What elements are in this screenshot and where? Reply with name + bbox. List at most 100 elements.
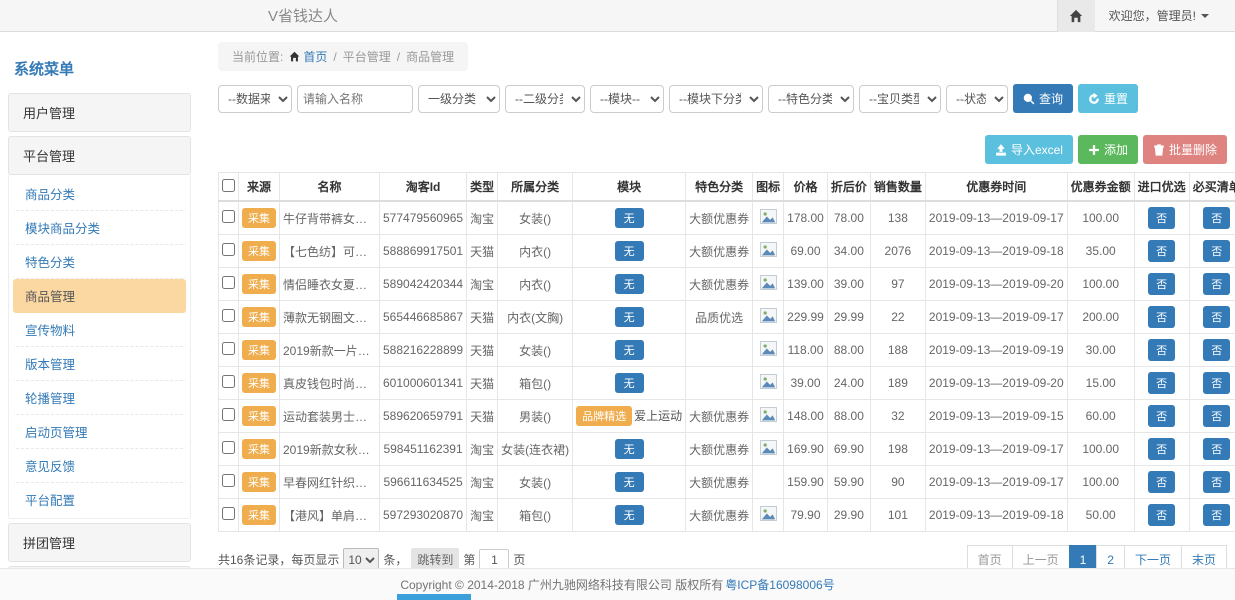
- filter-select[interactable]: --状态--: [946, 85, 1008, 113]
- name-search-input[interactable]: [297, 85, 413, 113]
- sidebar-sub-item[interactable]: 商品管理: [13, 279, 186, 313]
- product-name: 真皮钱包时尚优雅女士...: [280, 367, 380, 400]
- coupon-amount: 30.00: [1067, 334, 1134, 367]
- product-name: 【港风】单肩斜跨链条...: [280, 499, 380, 532]
- import-select-toggle[interactable]: 否: [1148, 438, 1175, 460]
- taoke-id: 596611634525: [380, 466, 467, 499]
- row-checkbox[interactable]: [222, 309, 235, 322]
- plus-icon: [1088, 144, 1100, 156]
- product-image-icon: [760, 345, 777, 359]
- taoke-id: 565446685867: [380, 301, 467, 334]
- import-select-toggle[interactable]: 否: [1148, 306, 1175, 328]
- import-select-toggle[interactable]: 否: [1148, 405, 1175, 427]
- filter-select[interactable]: --宝贝类型--: [859, 85, 941, 113]
- must-buy-toggle[interactable]: 否: [1203, 471, 1230, 493]
- product-image-icon: [760, 510, 777, 524]
- search-button[interactable]: 查询: [1013, 84, 1073, 113]
- reset-button[interactable]: 重置: [1078, 84, 1138, 113]
- product-name: 2019新款一片式系...: [280, 334, 380, 367]
- price: 159.90: [784, 466, 828, 499]
- row-checkbox[interactable]: [222, 276, 235, 289]
- filter-select[interactable]: --模块下分类--: [669, 85, 763, 113]
- filter-select[interactable]: --二级分类--: [505, 85, 585, 113]
- module-badge: 无: [615, 241, 644, 261]
- filter-select[interactable]: --特色分类--: [768, 85, 854, 113]
- table-row: 采集 【港风】单肩斜跨链条... 597293020870 淘宝 箱包() 无 …: [219, 499, 1235, 532]
- coupon-amount: 100.00: [1067, 433, 1134, 466]
- must-buy-toggle[interactable]: 否: [1203, 240, 1230, 262]
- shop-type: 天猫: [467, 334, 498, 367]
- taoke-id: 597293020870: [380, 499, 467, 532]
- import-select-toggle[interactable]: 否: [1148, 471, 1175, 493]
- add-button[interactable]: 添加: [1078, 135, 1138, 164]
- sidebar-sub-item[interactable]: 版本管理: [13, 347, 186, 381]
- import-select-toggle[interactable]: 否: [1148, 273, 1175, 295]
- must-buy-toggle[interactable]: 否: [1203, 405, 1230, 427]
- shop-type: 天猫: [467, 367, 498, 400]
- sidebar-sub-item[interactable]: 特色分类: [13, 245, 186, 279]
- row-checkbox[interactable]: [222, 474, 235, 487]
- icp-link[interactable]: 粤ICP备16098006号: [725, 576, 834, 593]
- column-header: 所属分类: [498, 173, 573, 202]
- module-badge: 无: [615, 307, 644, 327]
- discounted-price: 29.99: [827, 301, 870, 334]
- import-select-toggle[interactable]: 否: [1148, 207, 1175, 229]
- price: 79.90: [784, 499, 828, 532]
- filter-select[interactable]: 一级分类: [418, 85, 500, 113]
- table-row: 采集 2019新款女秋薄款... 598451162391 淘宝 女装(连衣裙)…: [219, 433, 1235, 466]
- select-all-checkbox[interactable]: [222, 179, 235, 192]
- discounted-price: 69.90: [827, 433, 870, 466]
- must-buy-toggle[interactable]: 否: [1203, 438, 1230, 460]
- breadcrumb-home-link[interactable]: 首页: [289, 48, 327, 65]
- sidebar-sub-item[interactable]: 模块商品分类: [13, 211, 186, 245]
- import-select-toggle[interactable]: 否: [1148, 504, 1175, 526]
- module-badge: 无: [615, 208, 644, 228]
- sidebar-group-item[interactable]: 平台管理: [8, 136, 191, 175]
- source-badge: 采集: [242, 241, 276, 261]
- source-badge: 采集: [242, 505, 276, 525]
- row-checkbox[interactable]: [222, 507, 235, 520]
- breadcrumb: 当前位置: 首页 / 平台管理 / 商品管理: [218, 42, 468, 71]
- sidebar-sub-item[interactable]: 轮播管理: [13, 381, 186, 415]
- row-checkbox[interactable]: [222, 342, 235, 355]
- column-header: 淘客Id: [380, 173, 467, 202]
- must-buy-toggle[interactable]: 否: [1203, 273, 1230, 295]
- product-name: 【七色纺】可爱纯棉家...: [280, 235, 380, 268]
- batch-delete-button[interactable]: 批量删除: [1143, 135, 1227, 164]
- import-select-toggle[interactable]: 否: [1148, 240, 1175, 262]
- row-checkbox[interactable]: [222, 243, 235, 256]
- import-select-toggle[interactable]: 否: [1148, 339, 1175, 361]
- import-select-toggle[interactable]: 否: [1148, 372, 1175, 394]
- table-row: 采集 薄款无钢圈文胸聚拢性... 565446685867 天猫 内衣(文胸) …: [219, 301, 1235, 334]
- sidebar-sub-item[interactable]: 宣传物料: [13, 313, 186, 347]
- taoke-id: 598451162391: [380, 433, 467, 466]
- column-header: 来源: [239, 173, 280, 202]
- must-buy-toggle[interactable]: 否: [1203, 306, 1230, 328]
- sidebar-sub-item[interactable]: 平台配置: [13, 483, 186, 516]
- row-checkbox[interactable]: [222, 375, 235, 388]
- must-buy-toggle[interactable]: 否: [1203, 207, 1230, 229]
- home-button[interactable]: [1057, 0, 1095, 32]
- sidebar-sub-item[interactable]: 商品分类: [13, 177, 186, 211]
- must-buy-toggle[interactable]: 否: [1203, 339, 1230, 361]
- row-checkbox[interactable]: [222, 441, 235, 454]
- source-badge: 采集: [242, 406, 276, 426]
- sales-count: 101: [870, 499, 925, 532]
- sidebar-sub-item[interactable]: 意见反馈: [13, 449, 186, 483]
- must-buy-toggle[interactable]: 否: [1203, 372, 1230, 394]
- row-checkbox[interactable]: [222, 210, 235, 223]
- copyright-text: Copyright © 2014-2018 广州九驰网络科技有限公司 版权所有: [400, 576, 723, 593]
- filter-select[interactable]: --模块--: [590, 85, 664, 113]
- filter-select[interactable]: --数据来源--: [218, 85, 292, 113]
- sidebar-group-item[interactable]: 用户管理: [8, 93, 191, 132]
- sidebar-sub-item[interactable]: 启动页管理: [13, 415, 186, 449]
- column-header: 特色分类: [686, 173, 753, 202]
- row-checkbox[interactable]: [222, 408, 235, 421]
- shop-type: 淘宝: [467, 201, 498, 235]
- sidebar-group-item[interactable]: 拼团管理: [8, 523, 191, 562]
- shop-type: 淘宝: [467, 499, 498, 532]
- table-row: 采集 情侣睡衣女夏丝绸男士... 589042420344 淘宝 内衣() 无 …: [219, 268, 1235, 301]
- user-menu[interactable]: 欢迎您，管理员!: [1109, 7, 1209, 24]
- must-buy-toggle[interactable]: 否: [1203, 504, 1230, 526]
- import-excel-button[interactable]: 导入excel: [985, 135, 1073, 164]
